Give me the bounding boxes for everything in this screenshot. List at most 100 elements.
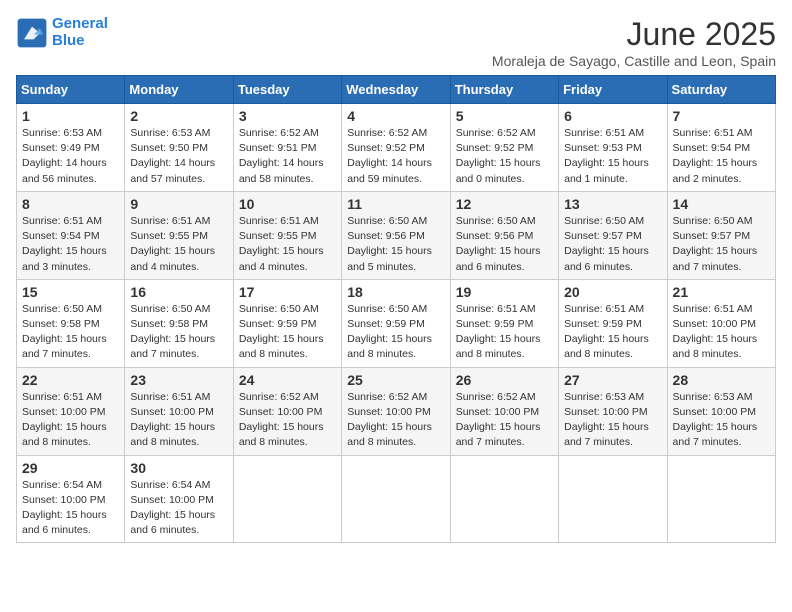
day-info: Sunrise: 6:50 AM Sunset: 9:59 PM Dayligh… [239, 302, 336, 363]
day-number: 19 [456, 284, 553, 300]
location-title: Moraleja de Sayago, Castille and Leon, S… [492, 53, 776, 69]
day-info: Sunrise: 6:52 AM Sunset: 9:52 PM Dayligh… [347, 126, 444, 187]
day-info: Sunrise: 6:51 AM Sunset: 9:54 PM Dayligh… [22, 214, 119, 275]
calendar-cell: 11 Sunrise: 6:50 AM Sunset: 9:56 PM Dayli… [342, 191, 450, 279]
logo-text: General Blue [52, 16, 108, 49]
calendar-cell: 3Sunrise: 6:52 AM Sunset: 9:51 PM Daylig… [233, 104, 341, 192]
calendar-cell: 6 Sunrise: 6:51 AM Sunset: 9:53 PM Daylig… [559, 104, 667, 192]
day-info: Sunrise: 6:51 AM Sunset: 9:55 PM Dayligh… [239, 214, 336, 275]
calendar-cell: 7Sunrise: 6:51 AM Sunset: 9:54 PM Daylig… [667, 104, 775, 192]
day-number: 14 [673, 196, 770, 212]
day-number: 6 [564, 108, 661, 124]
calendar-cell: 5 Sunrise: 6:52 AM Sunset: 9:52 PM Daylig… [450, 104, 558, 192]
calendar-week-4: 22 Sunrise: 6:51 AM Sunset: 10:00 PM Dayl… [17, 367, 776, 455]
day-info: Sunrise: 6:51 AM Sunset: 10:00 PM Daylig… [130, 390, 227, 451]
day-number: 2 [130, 108, 227, 124]
day-info: Sunrise: 6:53 AM Sunset: 9:49 PM Dayligh… [22, 126, 119, 187]
day-number: 8 [22, 196, 119, 212]
day-number: 25 [347, 372, 444, 388]
title-area: June 2025 Moraleja de Sayago, Castille a… [492, 16, 776, 69]
day-number: 20 [564, 284, 661, 300]
day-info: Sunrise: 6:51 AM Sunset: 10:00 PM Daylig… [673, 302, 770, 363]
day-number: 26 [456, 372, 553, 388]
day-info: Sunrise: 6:50 AM Sunset: 9:58 PM Dayligh… [130, 302, 227, 363]
day-info: Sunrise: 6:51 AM Sunset: 10:00 PM Daylig… [22, 390, 119, 451]
calendar-cell: 17 Sunrise: 6:50 AM Sunset: 9:59 PM Dayli… [233, 279, 341, 367]
header: General Blue June 2025 Moraleja de Sayag… [16, 16, 776, 69]
day-number: 27 [564, 372, 661, 388]
calendar-cell: 26 Sunrise: 6:52 AM Sunset: 10:00 PM Dayl… [450, 367, 558, 455]
month-title: June 2025 [492, 16, 776, 53]
calendar-cell: 27 Sunrise: 6:53 AM Sunset: 10:00 PM Dayl… [559, 367, 667, 455]
day-number: 17 [239, 284, 336, 300]
logo-icon [16, 17, 48, 49]
calendar-header-row: SundayMondayTuesdayWednesdayThursdayFrid… [17, 76, 776, 104]
calendar-cell [667, 455, 775, 543]
day-header-tuesday: Tuesday [233, 76, 341, 104]
calendar-cell: 19 Sunrise: 6:51 AM Sunset: 9:59 PM Dayli… [450, 279, 558, 367]
day-info: Sunrise: 6:52 AM Sunset: 10:00 PM Daylig… [456, 390, 553, 451]
day-number: 1 [22, 108, 119, 124]
day-info: Sunrise: 6:50 AM Sunset: 9:57 PM Dayligh… [564, 214, 661, 275]
day-number: 23 [130, 372, 227, 388]
calendar-week-5: 29 Sunrise: 6:54 AM Sunset: 10:00 PM Dayl… [17, 455, 776, 543]
day-number: 11 [347, 196, 444, 212]
day-info: Sunrise: 6:54 AM Sunset: 10:00 PM Daylig… [130, 478, 227, 539]
day-info: Sunrise: 6:51 AM Sunset: 9:53 PM Dayligh… [564, 126, 661, 187]
day-number: 13 [564, 196, 661, 212]
day-header-sunday: Sunday [17, 76, 125, 104]
day-info: Sunrise: 6:52 AM Sunset: 10:00 PM Daylig… [239, 390, 336, 451]
day-header-friday: Friday [559, 76, 667, 104]
calendar-cell: 29 Sunrise: 6:54 AM Sunset: 10:00 PM Dayl… [17, 455, 125, 543]
calendar-cell: 23 Sunrise: 6:51 AM Sunset: 10:00 PM Dayl… [125, 367, 233, 455]
calendar-cell: 2 Sunrise: 6:53 AM Sunset: 9:50 PM Daylig… [125, 104, 233, 192]
calendar-week-2: 8 Sunrise: 6:51 AM Sunset: 9:54 PM Daylig… [17, 191, 776, 279]
calendar: SundayMondayTuesdayWednesdayThursdayFrid… [16, 75, 776, 543]
day-info: Sunrise: 6:51 AM Sunset: 9:55 PM Dayligh… [130, 214, 227, 275]
day-number: 22 [22, 372, 119, 388]
day-info: Sunrise: 6:50 AM Sunset: 9:58 PM Dayligh… [22, 302, 119, 363]
calendar-week-1: 1 Sunrise: 6:53 AM Sunset: 9:49 PM Daylig… [17, 104, 776, 192]
day-number: 21 [673, 284, 770, 300]
day-header-wednesday: Wednesday [342, 76, 450, 104]
calendar-cell: 14 Sunrise: 6:50 AM Sunset: 9:57 PM Dayli… [667, 191, 775, 279]
calendar-cell: 18Sunrise: 6:50 AM Sunset: 9:59 PM Dayli… [342, 279, 450, 367]
day-number: 15 [22, 284, 119, 300]
day-number: 29 [22, 460, 119, 476]
calendar-cell [342, 455, 450, 543]
calendar-cell: 1 Sunrise: 6:53 AM Sunset: 9:49 PM Daylig… [17, 104, 125, 192]
day-number: 3 [239, 108, 336, 124]
calendar-cell: 22 Sunrise: 6:51 AM Sunset: 10:00 PM Dayl… [17, 367, 125, 455]
day-info: Sunrise: 6:51 AM Sunset: 9:59 PM Dayligh… [456, 302, 553, 363]
calendar-cell: 13 Sunrise: 6:50 AM Sunset: 9:57 PM Dayli… [559, 191, 667, 279]
calendar-cell: 9 Sunrise: 6:51 AM Sunset: 9:55 PM Daylig… [125, 191, 233, 279]
calendar-cell: 28Sunrise: 6:53 AM Sunset: 10:00 PM Dayl… [667, 367, 775, 455]
calendar-cell: 12Sunrise: 6:50 AM Sunset: 9:56 PM Dayli… [450, 191, 558, 279]
day-info: Sunrise: 6:52 AM Sunset: 9:52 PM Dayligh… [456, 126, 553, 187]
day-number: 10 [239, 196, 336, 212]
logo: General Blue [16, 16, 108, 49]
calendar-cell: 4Sunrise: 6:52 AM Sunset: 9:52 PM Daylig… [342, 104, 450, 192]
calendar-cell [559, 455, 667, 543]
calendar-cell: 21 Sunrise: 6:51 AM Sunset: 10:00 PM Dayl… [667, 279, 775, 367]
calendar-cell: 16Sunrise: 6:50 AM Sunset: 9:58 PM Dayli… [125, 279, 233, 367]
day-info: Sunrise: 6:50 AM Sunset: 9:56 PM Dayligh… [347, 214, 444, 275]
calendar-cell: 10 Sunrise: 6:51 AM Sunset: 9:55 PM Dayli… [233, 191, 341, 279]
calendar-week-3: 15 Sunrise: 6:50 AM Sunset: 9:58 PM Dayli… [17, 279, 776, 367]
day-number: 9 [130, 196, 227, 212]
day-info: Sunrise: 6:50 AM Sunset: 9:57 PM Dayligh… [673, 214, 770, 275]
day-number: 5 [456, 108, 553, 124]
day-number: 12 [456, 196, 553, 212]
day-info: Sunrise: 6:53 AM Sunset: 9:50 PM Dayligh… [130, 126, 227, 187]
calendar-cell [233, 455, 341, 543]
day-info: Sunrise: 6:52 AM Sunset: 10:00 PM Daylig… [347, 390, 444, 451]
day-info: Sunrise: 6:53 AM Sunset: 10:00 PM Daylig… [673, 390, 770, 451]
calendar-cell: 20 Sunrise: 6:51 AM Sunset: 9:59 PM Dayli… [559, 279, 667, 367]
calendar-cell: 30Sunrise: 6:54 AM Sunset: 10:00 PM Dayl… [125, 455, 233, 543]
calendar-cell: 8 Sunrise: 6:51 AM Sunset: 9:54 PM Daylig… [17, 191, 125, 279]
day-header-thursday: Thursday [450, 76, 558, 104]
day-info: Sunrise: 6:51 AM Sunset: 9:59 PM Dayligh… [564, 302, 661, 363]
calendar-cell [450, 455, 558, 543]
day-info: Sunrise: 6:54 AM Sunset: 10:00 PM Daylig… [22, 478, 119, 539]
day-info: Sunrise: 6:53 AM Sunset: 10:00 PM Daylig… [564, 390, 661, 451]
